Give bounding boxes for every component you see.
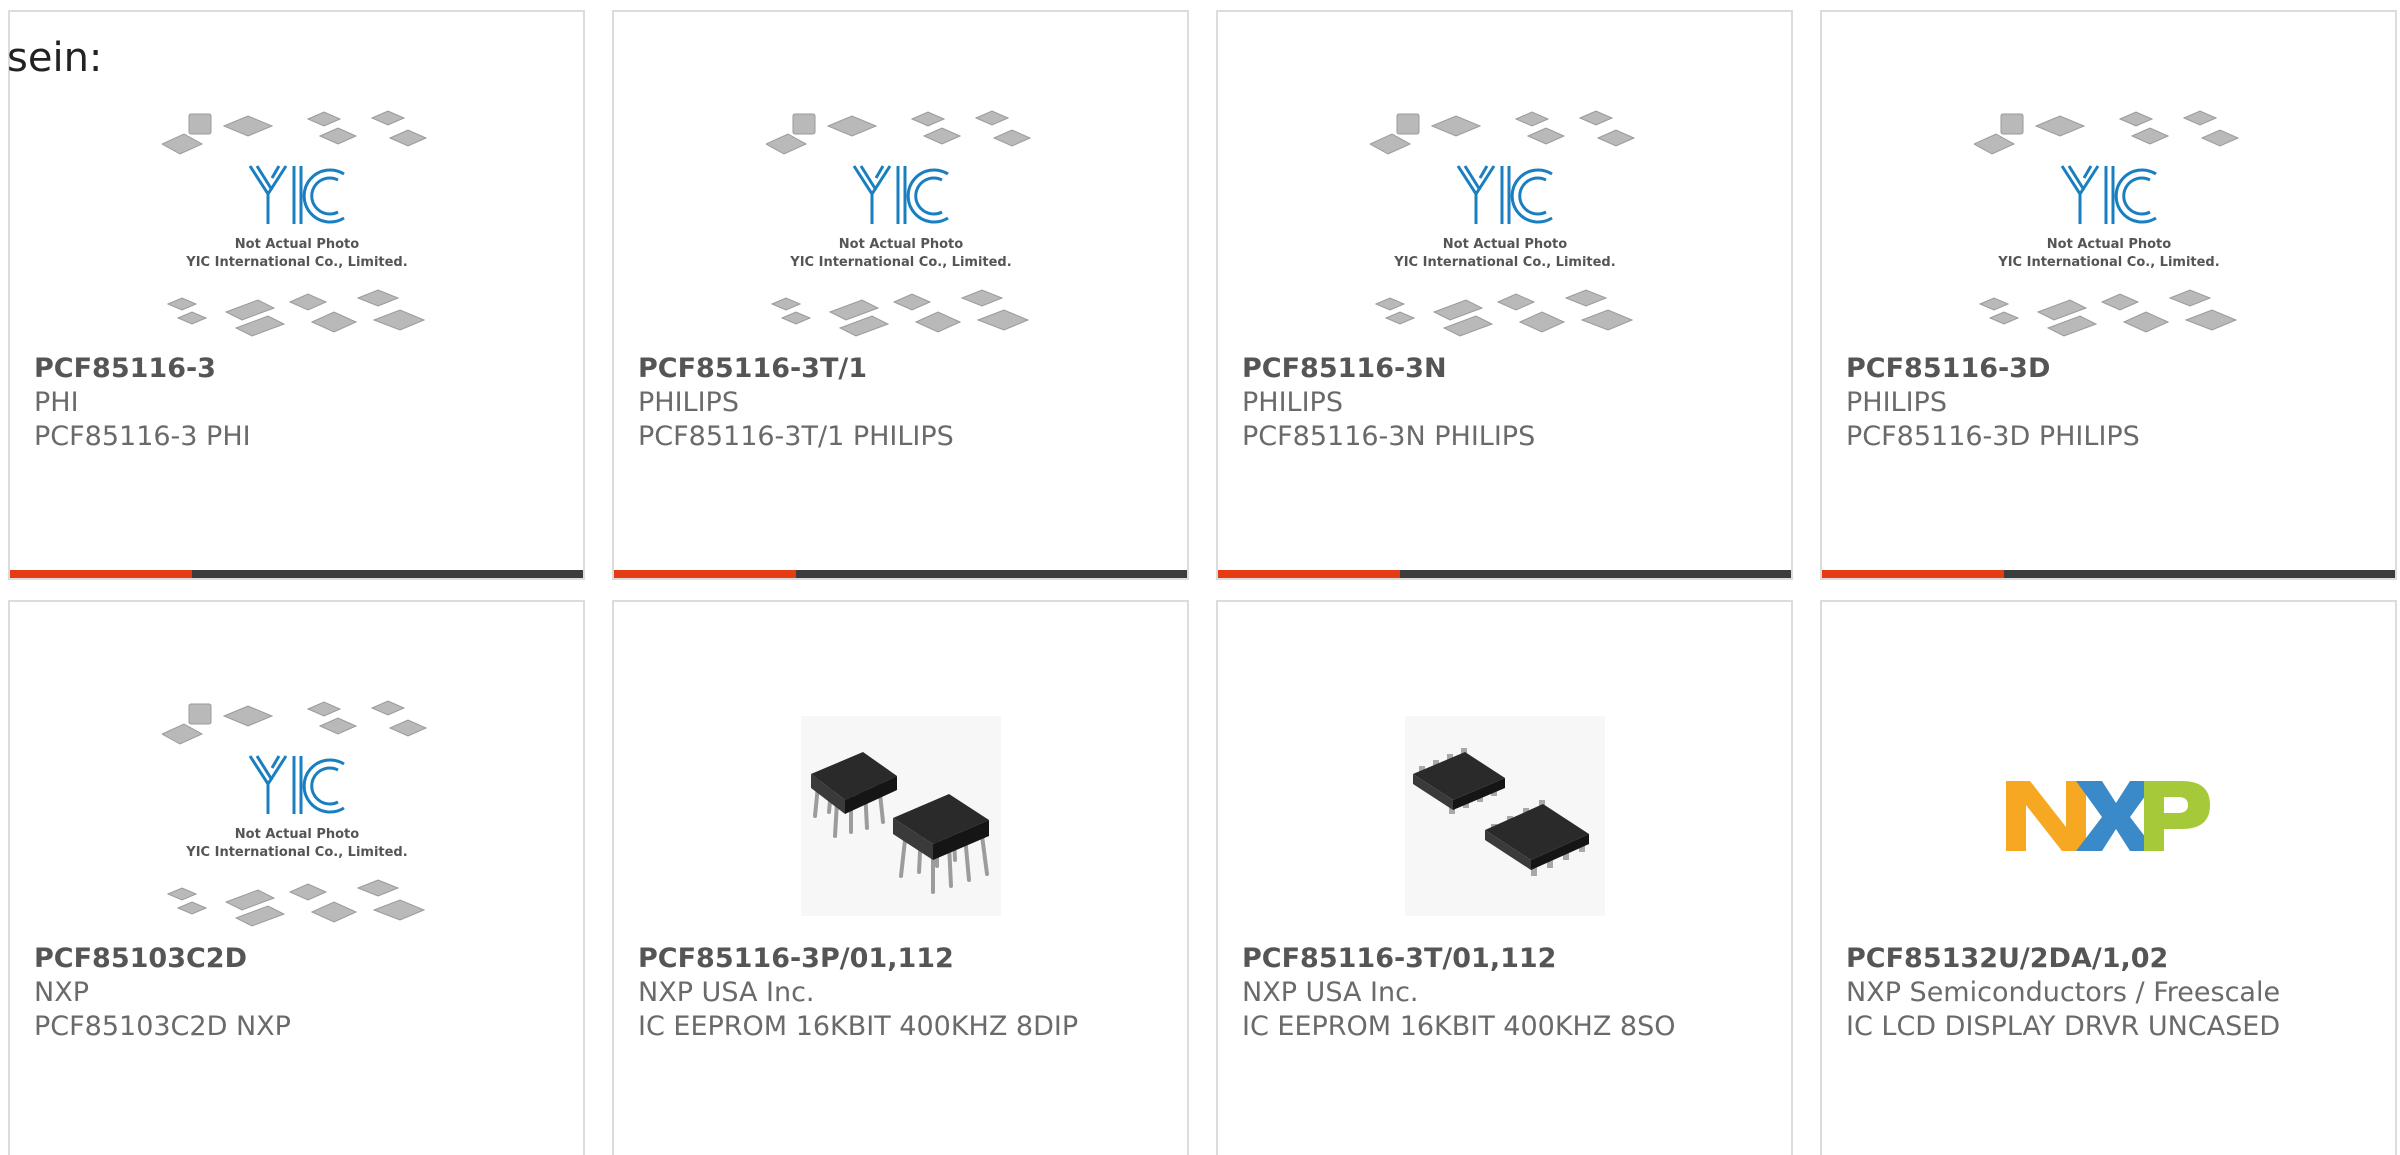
placeholder-icon: Not Actual Photo YIC International Co., … <box>765 110 1031 337</box>
product-image[interactable]: Not Actual Photo YIC International Co., … <box>1218 96 1791 356</box>
placeholder-caption-line1: Not Actual Photo <box>234 237 358 252</box>
product-image[interactable] <box>1218 686 1791 946</box>
manufacturer: PHILIPS <box>1846 387 1947 418</box>
description: IC EEPROM 16KBIT 400KHZ 8SO <box>1242 1011 1676 1042</box>
description: PCF85116-3D PHILIPS <box>1846 421 2140 452</box>
part-number[interactable]: PCF85116-3 <box>34 352 563 386</box>
manufacturer: PHILIPS <box>638 387 739 418</box>
manufacturer: NXP Semiconductors / Freescale <box>1846 977 2281 1008</box>
accent-bar <box>10 570 192 578</box>
card-bottom-bar <box>10 570 583 578</box>
product-grid-page: sein: Not Actual Photo YIC International… <box>0 0 2400 1155</box>
part-number[interactable]: PCF85103C2D <box>34 942 563 976</box>
placeholder-caption-line2: YIC International Co., Limited. <box>1393 255 1615 270</box>
placeholder-caption-line2: YIC International Co., Limited. <box>185 845 407 860</box>
placeholder-caption-line1: Not Actual Photo <box>234 827 358 842</box>
dip-chip-icon <box>800 716 1001 916</box>
manufacturer: NXP <box>34 977 89 1008</box>
manufacturer: NXP USA Inc. <box>1242 977 1419 1008</box>
placeholder-caption-line1: Not Actual Photo <box>1442 237 1566 252</box>
product-card[interactable]: Not Actual Photo YIC International Co., … <box>612 10 1189 580</box>
product-info: PCF85116-3T/1 PHILIPS PCF85116-3T/1 PHIL… <box>638 352 1167 454</box>
product-card[interactable]: Not Actual Photo YIC International Co., … <box>8 10 585 580</box>
product-card[interactable]: Not Actual Photo YIC International Co., … <box>1216 10 1793 580</box>
accent-bar <box>1822 570 2004 578</box>
part-number[interactable]: PCF85116-3N <box>1242 352 1771 386</box>
card-bottom-bar <box>1822 570 2395 578</box>
card-bottom-bar <box>1218 570 1791 578</box>
product-image[interactable]: Not Actual Photo YIC International Co., … <box>1822 96 2395 356</box>
soic-chip-icon <box>1404 716 1605 916</box>
placeholder-caption-line2: YIC International Co., Limited. <box>185 255 407 270</box>
lead-text: sein: <box>7 35 103 81</box>
product-image[interactable]: Not Actual Photo YIC International Co., … <box>614 96 1187 356</box>
nxp-logo-icon <box>2005 781 2210 851</box>
product-image[interactable] <box>1822 686 2395 946</box>
manufacturer: PHI <box>34 387 79 418</box>
product-info: PCF85116-3T/01,112 NXP USA Inc. IC EEPRO… <box>1242 942 1771 1044</box>
product-info: PCF85116-3D PHILIPS PCF85116-3D PHILIPS <box>1846 352 2375 454</box>
product-image[interactable]: Not Actual Photo YIC International Co., … <box>10 686 583 946</box>
placeholder-caption-line1: Not Actual Photo <box>2046 237 2170 252</box>
description: PCF85103C2D NXP <box>34 1011 291 1042</box>
product-card[interactable]: PCF85132U/2DA/1,02 NXP Semiconductors / … <box>1820 600 2397 1155</box>
description: IC LCD DISPLAY DRVR UNCASED <box>1846 1011 2281 1042</box>
product-card[interactable]: PCF85116-3P/01,112 NXP USA Inc. IC EEPRO… <box>612 600 1189 1155</box>
placeholder-caption-line2: YIC International Co., Limited. <box>1997 255 2219 270</box>
product-card[interactable]: Not Actual Photo YIC International Co., … <box>8 600 585 1155</box>
placeholder-caption-line2: YIC International Co., Limited. <box>789 255 1011 270</box>
placeholder-icon: Not Actual Photo YIC International Co., … <box>161 700 427 927</box>
part-number[interactable]: PCF85116-3T/1 <box>638 352 1167 386</box>
card-bottom-bar <box>614 570 1187 578</box>
product-info: PCF85132U/2DA/1,02 NXP Semiconductors / … <box>1846 942 2375 1044</box>
placeholder-icon: Not Actual Photo YIC International Co., … <box>1369 110 1635 337</box>
placeholder-icon: Not Actual Photo YIC International Co., … <box>161 110 427 337</box>
accent-bar <box>614 570 796 578</box>
part-number[interactable]: PCF85116-3P/01,112 <box>638 942 1167 976</box>
description: PCF85116-3N PHILIPS <box>1242 421 1536 452</box>
manufacturer: PHILIPS <box>1242 387 1343 418</box>
product-info: PCF85116-3 PHI PCF85116-3 PHI <box>34 352 563 454</box>
placeholder-icon: Not Actual Photo YIC International Co., … <box>1973 110 2239 337</box>
product-info: PCF85103C2D NXP PCF85103C2D NXP <box>34 942 563 1044</box>
description: PCF85116-3 PHI <box>34 421 251 452</box>
product-card[interactable]: PCF85116-3T/01,112 NXP USA Inc. IC EEPRO… <box>1216 600 1793 1155</box>
placeholder-caption-line1: Not Actual Photo <box>838 237 962 252</box>
product-image[interactable] <box>614 686 1187 946</box>
product-image[interactable]: Not Actual Photo YIC International Co., … <box>10 96 583 356</box>
product-card[interactable]: Not Actual Photo YIC International Co., … <box>1820 10 2397 580</box>
product-info: PCF85116-3N PHILIPS PCF85116-3N PHILIPS <box>1242 352 1771 454</box>
accent-bar <box>1218 570 1400 578</box>
description: PCF85116-3T/1 PHILIPS <box>638 421 954 452</box>
product-info: PCF85116-3P/01,112 NXP USA Inc. IC EEPRO… <box>638 942 1167 1044</box>
manufacturer: NXP USA Inc. <box>638 977 815 1008</box>
description: IC EEPROM 16KBIT 400KHZ 8DIP <box>638 1011 1079 1042</box>
part-number[interactable]: PCF85116-3T/01,112 <box>1242 942 1771 976</box>
part-number[interactable]: PCF85132U/2DA/1,02 <box>1846 942 2375 976</box>
part-number[interactable]: PCF85116-3D <box>1846 352 2375 386</box>
